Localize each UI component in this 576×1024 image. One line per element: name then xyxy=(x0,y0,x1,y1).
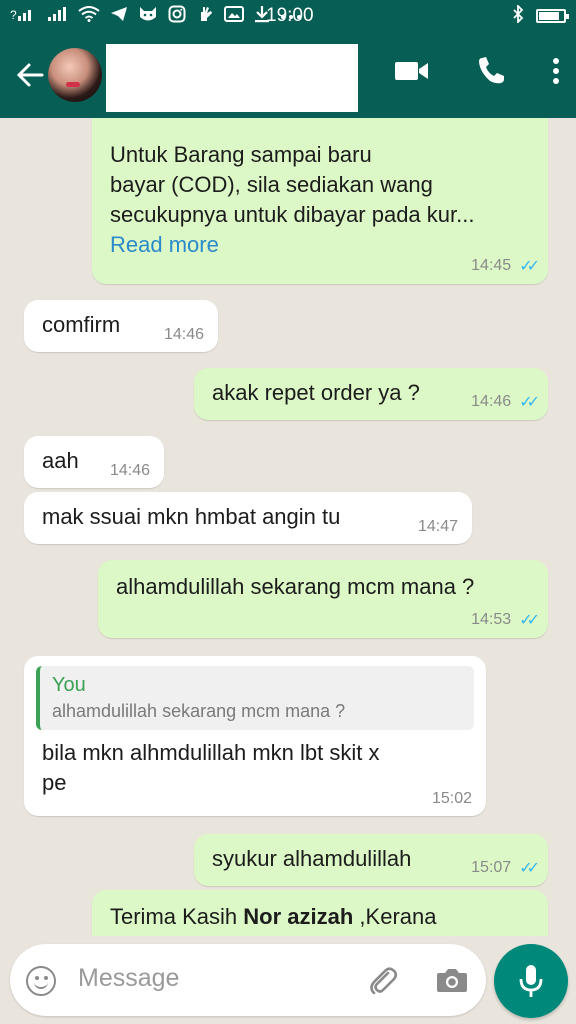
attach-button[interactable] xyxy=(366,964,400,1003)
quoted-message[interactable]: You alhamdulillah sekarang mcm mana ? xyxy=(36,666,474,730)
message-time: 15:02 xyxy=(431,790,472,807)
input-bar: Message xyxy=(0,936,576,1024)
avatar[interactable] xyxy=(48,48,102,102)
message-time: 14:46 xyxy=(471,393,512,410)
read-ticks-icon: ✓✓ xyxy=(519,394,540,411)
camera-button[interactable] xyxy=(436,966,468,999)
message-text-part: ,Kerana xyxy=(353,904,437,929)
message-text-line: secukupnya untuk dibayar pada kur... xyxy=(110,202,475,227)
message-meta: 15:07 ✓✓ xyxy=(471,858,540,878)
message-bubble-outgoing[interactable]: Untuk Barang sampai baru bayar (COD), si… xyxy=(92,118,548,284)
message-bubble-incoming[interactable]: comfirm 14:46 xyxy=(24,300,218,352)
quote-author: You xyxy=(52,674,86,696)
sim-signal-icon: ? xyxy=(10,6,38,26)
chat-messages[interactable]: Untuk Barang sampai baru bayar (COD), si… xyxy=(0,118,576,936)
message-bubble-outgoing[interactable]: syukur alhamdulillah 15:07 ✓✓ xyxy=(194,834,548,886)
phone-icon xyxy=(479,57,504,84)
more-vert-icon xyxy=(553,58,559,84)
read-ticks-icon: ✓✓ xyxy=(519,612,540,629)
message-time: 14:47 xyxy=(417,518,458,535)
status-icons-left: ? xyxy=(10,5,512,27)
bluetooth-icon xyxy=(512,3,524,27)
read-ticks-icon: ✓✓ xyxy=(519,258,540,275)
status-bar: ? 19:00 xyxy=(0,0,576,32)
message-bubble-outgoing[interactable]: alhamdulillah sekarang mcm mana ? 14:53 … xyxy=(98,560,548,638)
message-bubble-outgoing[interactable]: Terima Kasih Nor azizah ,Kerana xyxy=(92,890,548,936)
message-time: 14:46 xyxy=(163,326,204,343)
message-time: 15:07 xyxy=(471,859,512,876)
phone-call-button[interactable] xyxy=(476,56,506,91)
message-text-bold: Nor azizah xyxy=(243,904,354,929)
message-time: 14:46 xyxy=(109,462,150,479)
message-meta: 14:46 xyxy=(110,462,150,480)
message-bubble-incoming-reply[interactable]: You alhamdulillah sekarang mcm mana ? bi… xyxy=(24,656,486,816)
quote-text: alhamdulillah sekarang mcm mana ? xyxy=(52,701,346,721)
message-meta: 14:47 xyxy=(418,518,458,536)
message-time: 14:53 xyxy=(471,611,512,628)
message-meta: 14:45 ✓✓ xyxy=(471,256,540,276)
video-call-icon xyxy=(395,62,428,80)
message-input[interactable]: Message xyxy=(10,944,486,1016)
telegram-icon xyxy=(110,6,128,26)
svg-text:?: ? xyxy=(10,8,17,22)
wifi-icon xyxy=(78,6,100,26)
mic-icon xyxy=(519,965,543,997)
message-meta: 14:53 ✓✓ xyxy=(471,610,540,630)
hand-icon xyxy=(196,5,214,27)
instagram-icon xyxy=(168,5,186,27)
back-button[interactable] xyxy=(8,61,52,89)
contact-name-redacted[interactable] xyxy=(106,44,358,112)
message-text-line: bila mkn alhmdulillah mkn lbt skit x xyxy=(42,740,380,765)
message-bubble-outgoing[interactable]: akak repet order ya ? 14:46 ✓✓ xyxy=(194,368,548,420)
emoji-icon[interactable] xyxy=(26,966,56,996)
video-call-button[interactable] xyxy=(394,59,430,88)
camera-icon xyxy=(437,969,467,992)
read-ticks-icon: ✓✓ xyxy=(519,860,540,877)
message-meta: 15:02 xyxy=(432,790,472,808)
message-bubble-incoming[interactable]: aah 14:46 xyxy=(24,436,164,488)
message-text-line: Untuk Barang sampai baru xyxy=(110,142,372,167)
battery-icon xyxy=(536,9,569,23)
message-text-line: bayar (COD), sila sediakan wang xyxy=(110,172,433,197)
message-text-line: pe xyxy=(42,770,67,795)
message-meta: 14:46 ✓✓ xyxy=(471,392,540,412)
mic-button[interactable] xyxy=(494,944,568,1018)
status-time: 19:00 xyxy=(266,5,314,26)
read-more-link[interactable]: Read more xyxy=(110,230,530,260)
message-time: 14:45 xyxy=(471,257,512,274)
message-text: Terima Kasih Nor azizah ,Kerana xyxy=(110,900,530,932)
chat-header xyxy=(0,32,576,118)
message-bubble-incoming[interactable]: mak ssuai mkn hmbat angin tu 14:47 xyxy=(24,492,472,544)
message-text: mak ssuai mkn hmbat angin tu xyxy=(42,504,341,529)
gallery-icon xyxy=(224,6,244,26)
back-arrow-icon xyxy=(16,63,44,87)
cat-icon xyxy=(138,5,158,27)
message-meta: 14:46 xyxy=(164,326,204,344)
more-options-button[interactable] xyxy=(552,57,560,90)
attach-icon xyxy=(370,967,398,995)
message-text-part: Terima Kasih xyxy=(110,904,244,929)
signal-icon xyxy=(48,6,68,26)
message-text: alhamdulillah sekarang mcm mana ? xyxy=(116,574,475,599)
message-placeholder: Message xyxy=(78,964,180,992)
status-icons-right xyxy=(512,3,569,27)
header-actions xyxy=(394,56,560,91)
